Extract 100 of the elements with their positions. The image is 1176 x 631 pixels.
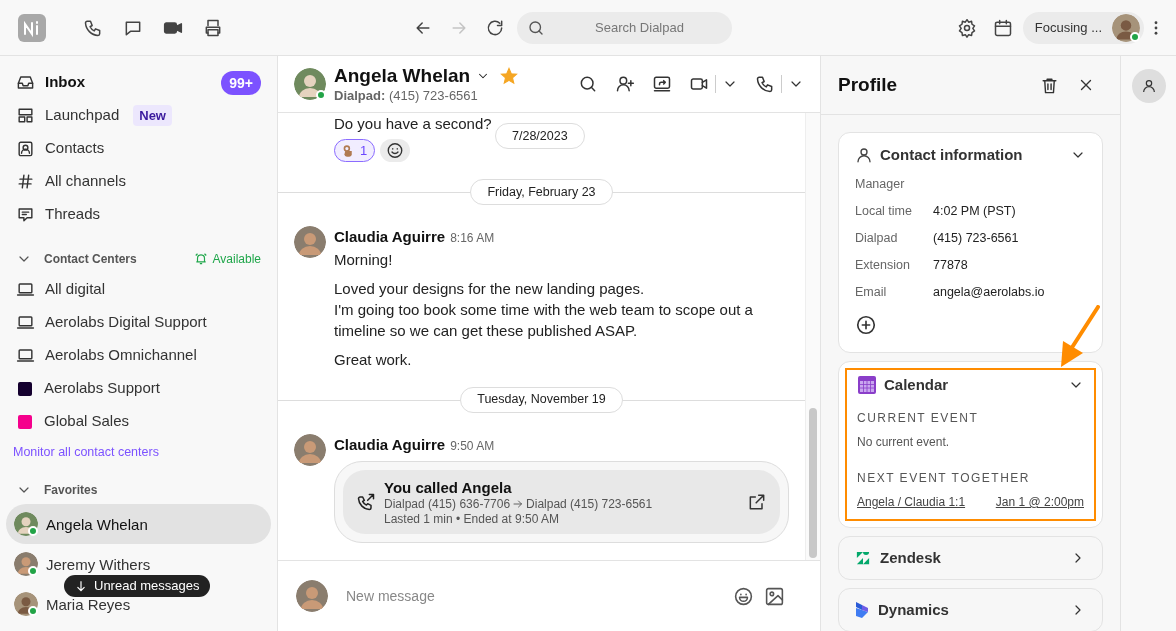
contact-center-item[interactable]: Aerolabs Omnichannel (6, 339, 271, 372)
unread-messages-toast[interactable]: Unread messages (64, 575, 210, 597)
nav-label: Contacts (45, 138, 105, 159)
search-icon (527, 18, 545, 37)
scrollbar[interactable] (805, 113, 820, 560)
calendar-grid-icon (857, 375, 877, 395)
arrow-down-icon (74, 579, 88, 593)
monitor-link[interactable]: Monitor all contact centers (13, 442, 159, 462)
avatar (294, 68, 326, 100)
nav-label: Threads (45, 204, 101, 225)
contact-center-item[interactable]: Global Sales (6, 405, 271, 438)
message-text: Do you have a second? (334, 114, 493, 134)
threads-icon (16, 205, 35, 224)
phone-icon[interactable] (755, 74, 775, 94)
panel-title: Profile (838, 72, 898, 97)
printer-icon[interactable] (203, 17, 223, 38)
star-icon[interactable] (500, 67, 519, 85)
message-text: Loved your designs for the new landing pages. (334, 278, 646, 299)
call-to: Dialpad (415) 723-6561 (526, 496, 653, 512)
nav-item[interactable]: Launchpad New (6, 99, 271, 132)
avatar (296, 580, 328, 612)
search-icon[interactable] (578, 74, 598, 94)
favorite-contact[interactable]: Angela Whelan (6, 504, 271, 544)
add-reaction-icon[interactable] (380, 139, 411, 162)
field-value: (415) 723-6561 (933, 230, 1019, 248)
emoji-icon[interactable] (733, 585, 754, 607)
alarm-icon (193, 252, 208, 266)
nav-item[interactable]: Inbox 99+ (6, 66, 271, 99)
external-link-icon[interactable] (747, 492, 767, 512)
field-value: angela@aerolabs.io (933, 284, 1045, 302)
message-text: Morning! (334, 249, 394, 270)
zendesk-logo (855, 551, 871, 565)
event-status: No current event. (857, 434, 951, 451)
date-pill: 7/28/2023 (495, 123, 585, 149)
nav-item[interactable]: Threads (6, 198, 271, 231)
message-text: Great work. (334, 349, 413, 370)
nav-label: Inbox (45, 72, 85, 93)
card-title[interactable]: Contact information (880, 143, 1023, 167)
inbox-icon (16, 73, 35, 92)
add-person-icon[interactable] (615, 74, 635, 94)
person-icon (1140, 78, 1157, 94)
laptop-icon (16, 313, 35, 332)
hash-icon (16, 172, 35, 191)
laptop-icon (16, 346, 35, 365)
avatar (1112, 13, 1140, 42)
message-time: 9:50 AM (450, 437, 495, 455)
search-field[interactable]: Search Dialpad (517, 11, 732, 44)
section-header: Favorites (44, 482, 98, 499)
avatar (14, 512, 38, 536)
author-name[interactable]: Claudia Aguirre (334, 226, 446, 249)
nav-label: Launchpad (45, 105, 120, 126)
field-label: Extension (855, 257, 911, 275)
field-value: 77878 (933, 257, 968, 275)
avatar (294, 226, 326, 258)
author-name[interactable]: Claudia Aguirre (334, 433, 446, 456)
reaction-pill[interactable]: 1 (334, 139, 376, 162)
settings-icon[interactable] (956, 17, 977, 38)
field-label: Local time (855, 203, 913, 221)
contact-name[interactable]: Angela Whelan (334, 64, 471, 88)
call-detail: Lasted 1 min • Ended at 9:50 AM (384, 511, 560, 527)
laptop-icon (16, 280, 35, 299)
message-field[interactable]: New message (346, 585, 715, 607)
more-icon[interactable] (1154, 20, 1158, 35)
contact-center-item[interactable]: Aerolabs Support (6, 372, 271, 405)
screen-share-icon[interactable] (652, 74, 672, 94)
status-button[interactable]: Focusing ... (1022, 11, 1144, 44)
integration-card[interactable]: Zendesk (838, 536, 1103, 580)
dynamics-logo (855, 601, 869, 619)
contacts-icon (16, 139, 35, 158)
arrow-right-icon (512, 498, 525, 510)
outgoing-call-icon (356, 492, 376, 512)
avatar (14, 592, 38, 616)
calendar-icon[interactable] (992, 17, 1013, 38)
contact-center-item[interactable]: Aerolabs Digital Support (6, 306, 271, 339)
section-label: NEXT EVENT TOGETHER (857, 470, 1031, 487)
contact-center-item[interactable]: All digital (6, 273, 271, 306)
avatar (294, 433, 326, 466)
message-text: I'm going too book some time with the web team to scope out a timeline so we can get these published ASAP. (334, 299, 754, 341)
launchpad-icon (16, 106, 35, 125)
delete-icon[interactable] (1040, 75, 1059, 95)
nav-label: All channels (45, 171, 126, 192)
count-badge: 99+ (221, 70, 261, 95)
nav-item[interactable]: Contacts (6, 132, 271, 165)
field-label: Dialpad (855, 230, 899, 248)
card-title[interactable]: Calendar (884, 373, 949, 397)
event-link[interactable]: Angela / Claudia 1:1 (857, 493, 966, 511)
add-icon[interactable] (855, 314, 877, 336)
message-time: 8:16 AM (450, 230, 495, 247)
call-from: Dialpad (415) 636-7706 (384, 496, 511, 512)
contact-number: Dialpad: (415) 723-6561 (334, 88, 479, 104)
nav-item[interactable]: All channels (6, 165, 271, 198)
person-icon (855, 146, 873, 164)
event-time-link[interactable]: Jan 1 @ 2:00pm (995, 493, 1084, 511)
field-label: Email (855, 284, 888, 302)
new-tag: New (133, 104, 172, 127)
image-icon[interactable] (764, 585, 785, 607)
profile-toggle[interactable] (1131, 69, 1166, 103)
integration-card[interactable]: Dynamics (838, 588, 1103, 631)
field-value: 4:02 PM (PST) (933, 203, 1016, 221)
section-label: CURRENT EVENT (857, 410, 980, 427)
